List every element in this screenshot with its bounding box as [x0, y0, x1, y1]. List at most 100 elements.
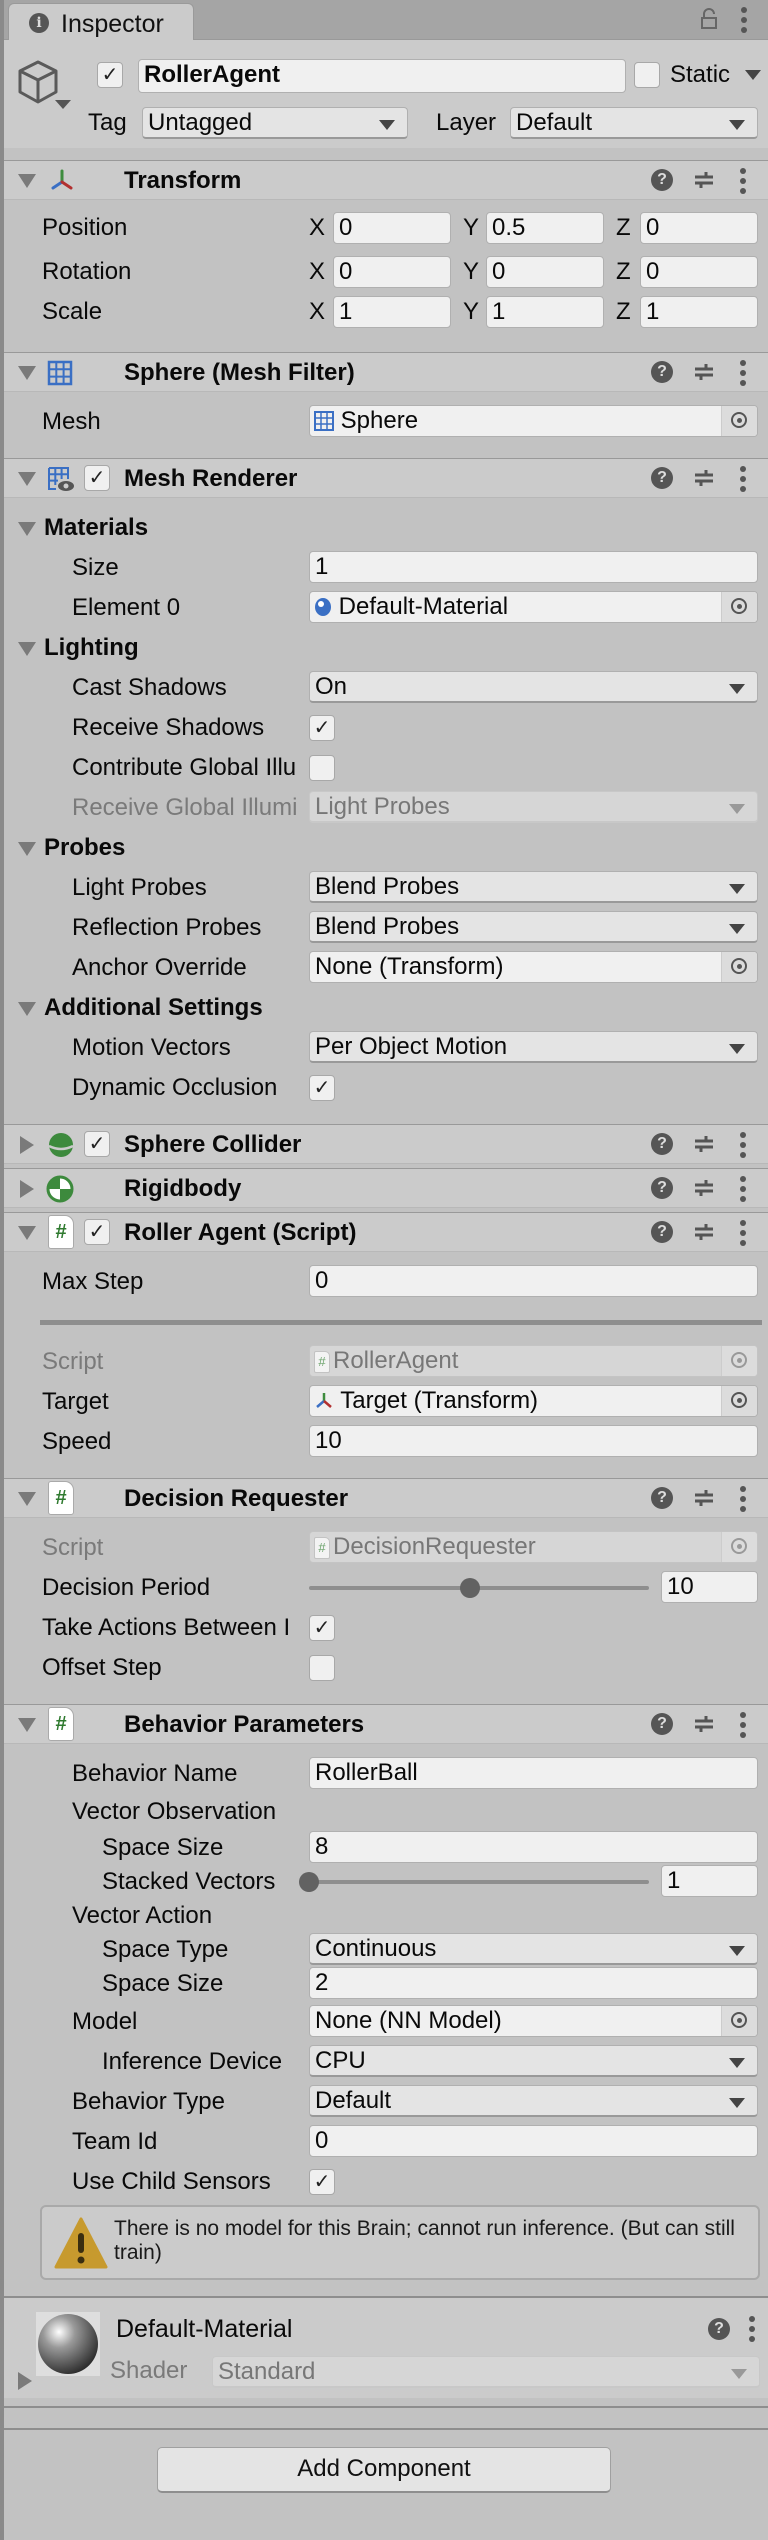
speed-input[interactable]: 10 — [309, 1425, 758, 1457]
material-menu-icon[interactable] — [748, 2316, 756, 2342]
axis-z-label[interactable]: Z — [616, 297, 631, 327]
help-icon[interactable]: ? — [651, 467, 673, 489]
position-y-input[interactable]: 0.5 — [486, 212, 604, 244]
preset-icon[interactable] — [693, 1221, 715, 1243]
fold-expanded-icon[interactable] — [18, 1492, 36, 1506]
static-dropdown-arrow[interactable] — [745, 70, 761, 80]
help-icon[interactable]: ? — [651, 1487, 673, 1509]
object-picker-icon[interactable] — [721, 592, 757, 622]
behavior-name-input[interactable]: RollerBall — [309, 1757, 758, 1789]
scale-z-input[interactable]: 1 — [640, 296, 758, 328]
object-picker-icon[interactable] — [721, 406, 757, 436]
position-x-input[interactable]: 0 — [333, 212, 451, 244]
probes-fold-icon[interactable] — [18, 842, 36, 856]
fold-expanded-icon[interactable] — [18, 1718, 36, 1732]
help-icon[interactable]: ? — [708, 2318, 730, 2340]
preset-icon[interactable] — [693, 1133, 715, 1155]
rigidbody-header[interactable]: Rigidbody ? — [4, 1168, 768, 1208]
icon-dropdown-arrow[interactable] — [55, 100, 71, 109]
stacked-vectors-input[interactable]: 1 — [661, 1865, 758, 1897]
dynamic-occlusion-checkbox[interactable]: ✓ — [309, 1075, 335, 1101]
preset-icon[interactable] — [693, 361, 715, 383]
static-checkbox[interactable] — [634, 62, 660, 88]
decision-period-input[interactable]: 10 — [661, 1571, 758, 1603]
cast-shadows-dropdown[interactable]: On — [309, 671, 758, 703]
sphere-collider-header[interactable]: ✓ Sphere Collider ? — [4, 1124, 768, 1164]
fold-collapsed-icon[interactable] — [18, 2372, 32, 2390]
anchor-override-object-field[interactable]: None (Transform) — [309, 951, 758, 983]
component-menu-icon[interactable] — [739, 1220, 747, 1246]
mesh-filter-header[interactable]: Sphere (Mesh Filter) ? — [4, 352, 768, 392]
object-picker-icon[interactable] — [721, 952, 757, 982]
reflection-probes-dropdown[interactable]: Blend Probes — [309, 911, 758, 943]
behavior-parameters-header[interactable]: # Behavior Parameters ? — [4, 1704, 768, 1744]
help-icon[interactable]: ? — [651, 1177, 673, 1199]
fold-expanded-icon[interactable] — [18, 174, 36, 188]
material-preview[interactable] — [36, 2312, 100, 2376]
component-menu-icon[interactable] — [739, 1486, 747, 1512]
scale-y-input[interactable]: 1 — [486, 296, 604, 328]
use-child-sensors-checkbox[interactable]: ✓ — [309, 2169, 335, 2195]
component-menu-icon[interactable] — [739, 1712, 747, 1738]
light-probes-dropdown[interactable]: Blend Probes — [309, 871, 758, 903]
add-component-button[interactable]: Add Component — [157, 2447, 611, 2493]
component-menu-icon[interactable] — [739, 466, 747, 492]
component-enabled-checkbox[interactable]: ✓ — [84, 1131, 110, 1157]
axis-z-label[interactable]: Z — [616, 257, 631, 287]
preset-icon[interactable] — [693, 1487, 715, 1509]
component-menu-icon[interactable] — [739, 360, 747, 386]
rotation-z-input[interactable]: 0 — [640, 256, 758, 288]
axis-y-label[interactable]: Y — [463, 297, 479, 327]
position-z-input[interactable]: 0 — [640, 212, 758, 244]
component-menu-icon[interactable] — [739, 1132, 747, 1158]
help-icon[interactable]: ? — [651, 1713, 673, 1735]
materials-fold-icon[interactable] — [18, 522, 36, 536]
cube-icon[interactable] — [14, 58, 62, 106]
max-step-input[interactable]: 0 — [309, 1265, 758, 1297]
fold-expanded-icon[interactable] — [18, 366, 36, 380]
preset-icon[interactable] — [693, 1177, 715, 1199]
help-icon[interactable]: ? — [651, 1221, 673, 1243]
probes-header[interactable]: Probes — [44, 833, 125, 863]
gameobject-active-checkbox[interactable]: ✓ — [97, 62, 123, 88]
stacked-vectors-slider-thumb[interactable] — [299, 1872, 319, 1892]
rotation-x-input[interactable]: 0 — [333, 256, 451, 288]
behavior-type-dropdown[interactable]: Default — [309, 2085, 758, 2117]
axis-x-label[interactable]: X — [309, 257, 325, 287]
window-menu-icon[interactable] — [740, 7, 748, 33]
layer-dropdown[interactable]: Default — [510, 107, 758, 139]
stacked-vectors-slider-track[interactable] — [309, 1880, 649, 1884]
fold-expanded-icon[interactable] — [18, 1226, 36, 1240]
axis-y-label[interactable]: Y — [463, 257, 479, 287]
roller-agent-header[interactable]: # ✓ Roller Agent (Script) ? — [4, 1212, 768, 1252]
materials-header[interactable]: Materials — [44, 513, 148, 543]
tab-inspector[interactable]: i Inspector — [8, 3, 194, 40]
element0-object-field[interactable]: Default-Material — [309, 591, 758, 623]
object-picker-icon[interactable] — [721, 1386, 757, 1416]
target-object-field[interactable]: Target (Transform) — [309, 1385, 758, 1417]
lighting-header[interactable]: Lighting — [44, 633, 139, 663]
component-enabled-checkbox[interactable]: ✓ — [84, 1219, 110, 1245]
additional-settings-fold-icon[interactable] — [18, 1002, 36, 1016]
motion-vectors-dropdown[interactable]: Per Object Motion — [309, 1031, 758, 1063]
axis-x-label[interactable]: X — [309, 297, 325, 327]
offset-step-checkbox[interactable] — [309, 1655, 335, 1681]
component-menu-icon[interactable] — [739, 168, 747, 194]
model-object-field[interactable]: None (NN Model) — [309, 2005, 758, 2037]
space-type-dropdown[interactable]: Continuous — [309, 1933, 758, 1965]
act-space-size-input[interactable]: 2 — [309, 1967, 758, 1999]
tag-dropdown[interactable]: Untagged — [142, 107, 408, 139]
axis-y-label[interactable]: Y — [463, 213, 479, 243]
materials-size-input[interactable]: 1 — [309, 551, 758, 583]
preset-icon[interactable] — [693, 1713, 715, 1735]
transform-header[interactable]: Transform ? — [4, 160, 768, 200]
fold-collapsed-icon[interactable] — [20, 1180, 34, 1198]
preset-icon[interactable] — [693, 467, 715, 489]
lighting-fold-icon[interactable] — [18, 642, 36, 656]
inference-device-dropdown[interactable]: CPU — [309, 2045, 758, 2077]
preset-icon[interactable] — [693, 169, 715, 191]
additional-settings-header[interactable]: Additional Settings — [44, 993, 263, 1023]
take-actions-checkbox[interactable]: ✓ — [309, 1615, 335, 1641]
decision-period-slider-thumb[interactable] — [460, 1578, 481, 1598]
axis-z-label[interactable]: Z — [616, 213, 631, 243]
